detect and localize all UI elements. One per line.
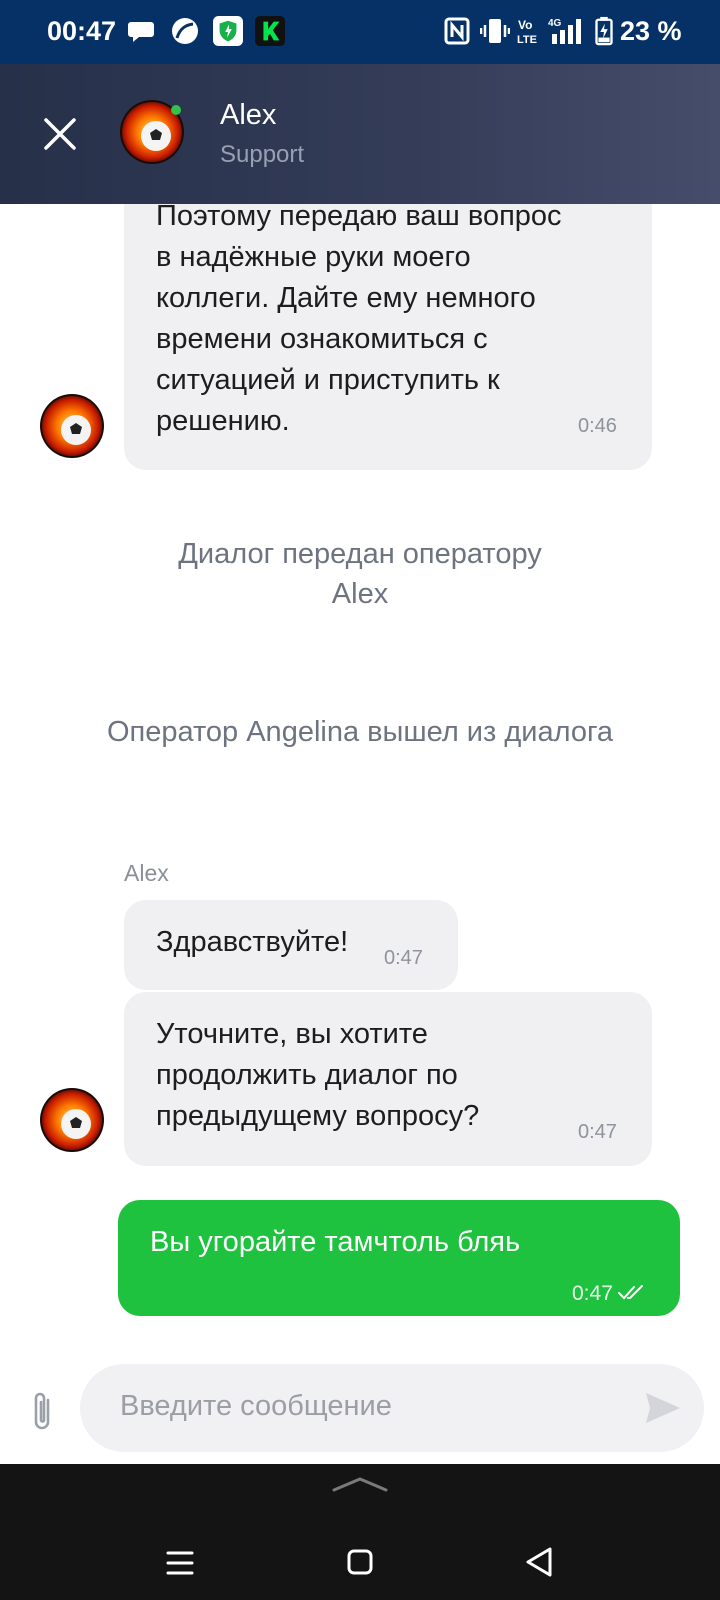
shield-app-icon bbox=[213, 16, 243, 46]
back-icon[interactable] bbox=[524, 1546, 554, 1578]
message-line: в надёжные руки моего bbox=[156, 241, 471, 273]
home-icon[interactable] bbox=[346, 1548, 374, 1576]
message-text: Вы угорайте тамчтоль бляь bbox=[150, 1226, 521, 1258]
header-subtitle: Support bbox=[220, 141, 305, 168]
send-button[interactable] bbox=[644, 1390, 682, 1426]
message-line: ситуацией и приступить к bbox=[156, 364, 500, 396]
svg-text:LTE: LTE bbox=[517, 34, 537, 46]
message-time: 0:47 bbox=[578, 1121, 617, 1143]
battery-icon bbox=[595, 16, 613, 46]
message-input[interactable]: Введите сообщение bbox=[80, 1364, 704, 1452]
incoming-message[interactable]: Уточните, вы хотите продолжить диалог по… bbox=[124, 992, 652, 1166]
attachment-button[interactable] bbox=[26, 1388, 60, 1436]
sender-avatar bbox=[40, 1088, 104, 1152]
status-bar: 00:47 Vo LTE 4G 23 % bbox=[0, 0, 720, 64]
message-line: коллеги. Дайте ему немного bbox=[156, 282, 536, 314]
chevron-up-icon[interactable] bbox=[332, 1474, 388, 1494]
chat-icon bbox=[128, 22, 154, 42]
soccer-fire-avatar-icon bbox=[40, 394, 104, 458]
incoming-message[interactable]: Здравствуйте! 0:47 bbox=[124, 900, 458, 990]
status-time: 00:47 bbox=[47, 16, 117, 46]
svg-text:4G: 4G bbox=[548, 18, 562, 29]
soccer-fire-avatar-icon bbox=[40, 1088, 104, 1152]
vibrate-icon bbox=[480, 19, 510, 43]
sender-avatar bbox=[40, 394, 104, 458]
close-button[interactable] bbox=[40, 114, 80, 154]
volte-icon: Vo LTE bbox=[517, 18, 537, 46]
message-time: 0:46 bbox=[578, 415, 617, 437]
nfc-icon bbox=[444, 17, 470, 45]
battery-percent: 23 % bbox=[620, 16, 682, 46]
kaspersky-k-icon bbox=[255, 16, 285, 46]
system-message-line: Alex bbox=[331, 578, 389, 610]
system-message: Диалог передан оператору Alex bbox=[0, 534, 720, 614]
chat-messages[interactable]: Поэтому передаю ваш вопрос в надёжные ру… bbox=[0, 204, 720, 1334]
chat-header bbox=[0, 64, 720, 204]
message-line: продолжить диалог по bbox=[156, 1059, 458, 1091]
menu-icon[interactable] bbox=[166, 1550, 194, 1576]
svg-text:Vo: Vo bbox=[518, 18, 532, 32]
incoming-message[interactable]: Поэтому передаю ваш вопрос в надёжные ру… bbox=[124, 204, 652, 470]
leaf-icon bbox=[172, 18, 198, 44]
online-indicator bbox=[171, 105, 181, 115]
system-message: Оператор Angelina вышел из диалога bbox=[106, 716, 614, 748]
message-line: решению. bbox=[156, 405, 290, 437]
message-line: Поэтому передаю ваш вопрос bbox=[156, 204, 562, 232]
system-message-line: Диалог передан оператору bbox=[178, 538, 542, 570]
message-line: времени ознакомиться с bbox=[156, 323, 488, 355]
header-name: Alex bbox=[220, 99, 277, 131]
system-navigation-bar bbox=[0, 1464, 720, 1600]
message-time: 0:47 bbox=[572, 1282, 613, 1305]
outgoing-message[interactable]: Вы угорайте тамчтоль бляь 0:47 bbox=[118, 1200, 680, 1316]
message-input-placeholder: Введите сообщение bbox=[120, 1390, 392, 1422]
double-check-icon bbox=[618, 1285, 643, 1300]
sender-name: Alex bbox=[124, 860, 169, 886]
4g-signal-icon: 4G bbox=[548, 18, 581, 44]
message-time: 0:47 bbox=[384, 947, 423, 969]
message-line: Уточните, вы хотите bbox=[156, 1018, 428, 1050]
message-text: Здравствуйте! bbox=[156, 926, 349, 958]
message-line: предыдущему вопросу? bbox=[156, 1100, 480, 1132]
